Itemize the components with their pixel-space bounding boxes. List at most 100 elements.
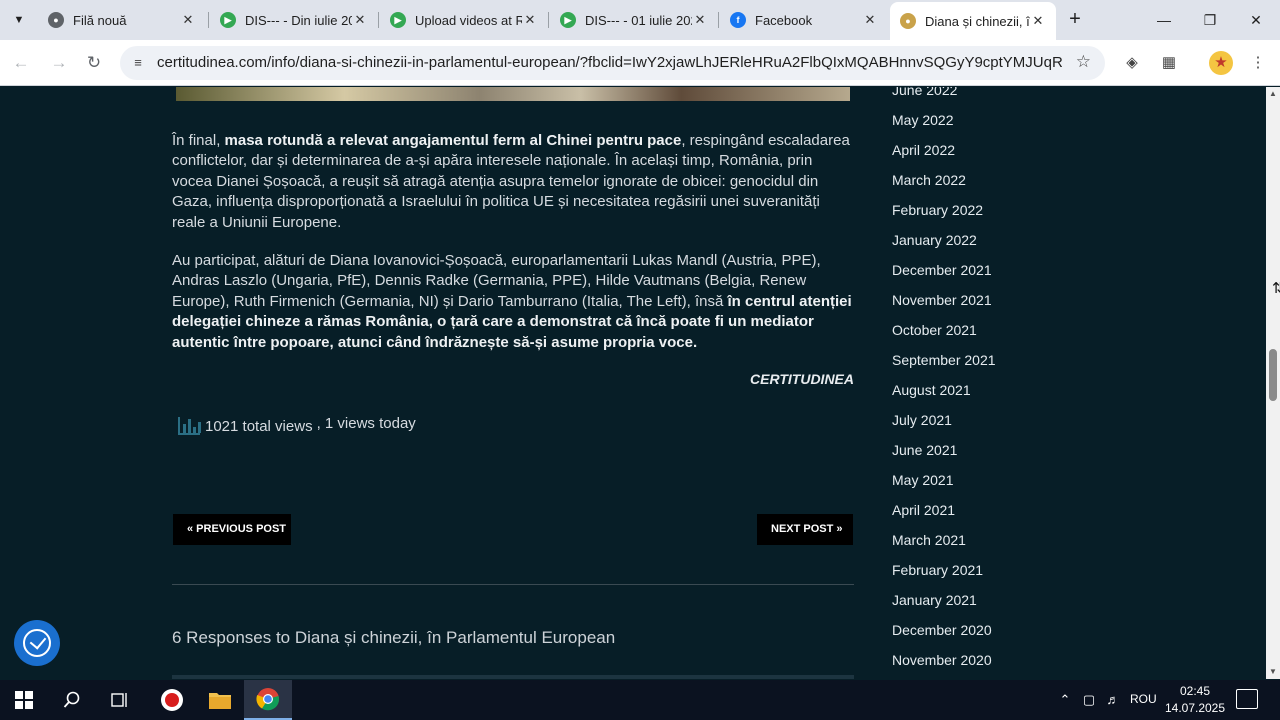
scrollbar-thumb[interactable] — [1269, 349, 1277, 401]
back-arrow-icon[interactable]: ← — [8, 50, 34, 76]
archive-link[interactable]: November 2021 — [892, 289, 1092, 319]
close-icon[interactable]: ✕ — [862, 12, 878, 28]
archive-link[interactable]: August 2021 — [892, 379, 1092, 409]
archive-link[interactable]: December 2020 — [892, 619, 1092, 649]
tab-strip: ▼ ● Filă nouă ✕ ▶ DIS--- - Din iulie 202… — [0, 0, 1280, 40]
windows-taskbar: ⌃ ▢ ♬ ROU 02:45 14.07.2025 — [0, 680, 1280, 720]
tab-label: Filă nouă — [73, 12, 127, 28]
tab-facebook[interactable]: f Facebook ✕ — [720, 4, 888, 36]
tab-label: Upload videos at Rumble — [415, 12, 522, 28]
archive-link[interactable]: October 2021 — [892, 319, 1092, 349]
keyboard-language[interactable]: ROU — [1130, 692, 1157, 706]
archive-link[interactable]: January 2021 — [892, 589, 1092, 619]
accessibility-icon — [23, 629, 51, 657]
tab-label: DIS--- - 01 iulie 2025 — [585, 12, 692, 28]
text-run: Au participat, alături de Diana Iovanovi… — [172, 252, 821, 310]
minimize-icon[interactable]: — — [1141, 6, 1187, 34]
chrome-icon: ● — [48, 12, 64, 28]
tab-video-1[interactable]: ▶ DIS--- - Din iulie 2025 ✕ — [210, 4, 378, 36]
file-explorer-icon[interactable] — [196, 680, 244, 720]
paragraph-participants: Au participat, alături de Diana Iovanovi… — [172, 251, 854, 353]
tab-search-chevron-icon[interactable]: ▼ — [6, 8, 32, 32]
close-icon[interactable]: ✕ — [522, 12, 538, 28]
close-icon[interactable]: ✕ — [692, 12, 708, 28]
volume-icon[interactable]: ♬ — [1103, 690, 1123, 710]
close-icon[interactable]: ✕ — [352, 12, 368, 28]
windows-start-icon[interactable] — [0, 680, 48, 720]
article-image — [176, 87, 850, 101]
address-bar[interactable]: ≡ certitudinea.com/info/diana-si-chinezi… — [120, 46, 1105, 80]
tab-new-tab[interactable]: ● Filă nouă ✕ — [38, 4, 206, 36]
search-icon[interactable] — [48, 680, 96, 720]
archive-link[interactable]: January 2022 — [892, 229, 1092, 259]
archive-link[interactable]: September 2021 — [892, 349, 1092, 379]
article-body: În final, masa rotundă a relevat angajam… — [172, 131, 854, 389]
archive-link[interactable]: March 2021 — [892, 529, 1092, 559]
today-views: , 1 views today — [316, 415, 416, 432]
article-signature: CERTITUDINEA — [750, 371, 854, 388]
archive-link[interactable]: April 2022 — [892, 139, 1092, 169]
tab-label: DIS--- - Din iulie 2025 — [245, 12, 352, 28]
divider — [172, 584, 854, 585]
archive-link[interactable]: May 2022 — [892, 109, 1092, 139]
bookmark-star-icon[interactable]: ☆ — [1076, 52, 1091, 72]
tab-separator — [718, 12, 719, 28]
restore-icon[interactable]: ❐ — [1187, 6, 1233, 34]
tab-label: Diana și chinezii, în Parlamentul Europe… — [925, 13, 1030, 29]
previous-post-button[interactable]: « PREVIOUS POST — [173, 514, 291, 545]
accessibility-widget-button[interactable] — [14, 620, 60, 666]
screen-recorder-icon[interactable] — [148, 680, 196, 720]
tray-chevron-up-icon[interactable]: ⌃ — [1055, 690, 1075, 710]
next-post-button[interactable]: NEXT POST » — [757, 514, 853, 545]
view-counter: 1021 total views , 1 views today — [178, 415, 416, 435]
video-icon: ▶ — [390, 12, 406, 28]
archive-link[interactable]: July 2021 — [892, 409, 1092, 439]
archive-link[interactable]: June 2022 — [892, 87, 1092, 109]
web-page: În final, masa rotundă a relevat angajam… — [0, 87, 1266, 679]
scroll-up-arrow-icon[interactable]: ▲ — [1266, 87, 1280, 101]
browser-toolbar: ← → ↻ ≡ certitudinea.com/info/diana-si-c… — [0, 40, 1280, 86]
window-close-icon[interactable]: ✕ — [1233, 6, 1279, 34]
archive-link[interactable]: November 2020 — [892, 649, 1092, 679]
tab-label: Facebook — [755, 12, 813, 28]
archive-link[interactable]: April 2021 — [892, 499, 1092, 529]
video-icon: ▶ — [220, 12, 236, 28]
network-icon[interactable]: ▢ — [1079, 690, 1099, 710]
site-settings-icon[interactable]: ≡ — [128, 53, 148, 73]
close-icon[interactable]: ✕ — [1030, 13, 1046, 29]
scroll-down-arrow-icon[interactable]: ▼ — [1266, 665, 1280, 679]
tab-separator — [378, 12, 379, 28]
paragraph-conclusion: În final, masa rotundă a relevat angajam… — [172, 131, 854, 233]
translate-icon[interactable]: ◈ — [1120, 51, 1144, 75]
tab-separator — [548, 12, 549, 28]
chrome-taskbar-icon[interactable] — [244, 680, 292, 720]
menu-dots-icon[interactable]: ⋮ — [1246, 51, 1270, 75]
archive-link[interactable]: February 2021 — [892, 559, 1092, 589]
system-clock[interactable]: 02:45 14.07.2025 — [1162, 683, 1228, 717]
task-view-icon[interactable] — [96, 680, 144, 720]
reload-icon[interactable]: ↻ — [81, 50, 107, 76]
archive-link[interactable]: February 2022 — [892, 199, 1092, 229]
tab-video-2[interactable]: ▶ DIS--- - 01 iulie 2025 ✕ — [550, 4, 718, 36]
page-scrollbar[interactable]: ▲ ▼ — [1266, 87, 1280, 679]
clock-time: 02:45 — [1179, 684, 1211, 698]
total-views: 1021 total views — [205, 418, 313, 435]
extensions-icon[interactable]: ▦ — [1157, 51, 1181, 75]
video-icon: ▶ — [560, 12, 576, 28]
tab-article[interactable]: ● Diana și chinezii, în Parlamentul Euro… — [890, 2, 1056, 40]
first-comment-box — [172, 675, 854, 679]
profile-avatar-icon[interactable]: ★ — [1209, 51, 1233, 75]
archive-list: June 2022 May 2022 April 2022 March 2022… — [892, 87, 1092, 679]
url-text[interactable]: certitudinea.com/info/diana-si-chinezii-… — [157, 54, 1062, 71]
archive-link[interactable]: December 2021 — [892, 259, 1092, 289]
archive-link[interactable]: March 2022 — [892, 169, 1092, 199]
tab-upload-videos[interactable]: ▶ Upload videos at Rumble ✕ — [380, 4, 548, 36]
site-icon: ● — [900, 13, 916, 29]
text-run: În final, — [172, 132, 225, 149]
notification-center-icon[interactable] — [1236, 689, 1258, 709]
archive-link[interactable]: May 2021 — [892, 469, 1092, 499]
forward-arrow-icon[interactable]: → — [46, 50, 72, 76]
new-tab-plus-icon[interactable]: + — [1064, 8, 1086, 32]
archive-link[interactable]: June 2021 — [892, 439, 1092, 469]
close-icon[interactable]: ✕ — [180, 12, 196, 28]
